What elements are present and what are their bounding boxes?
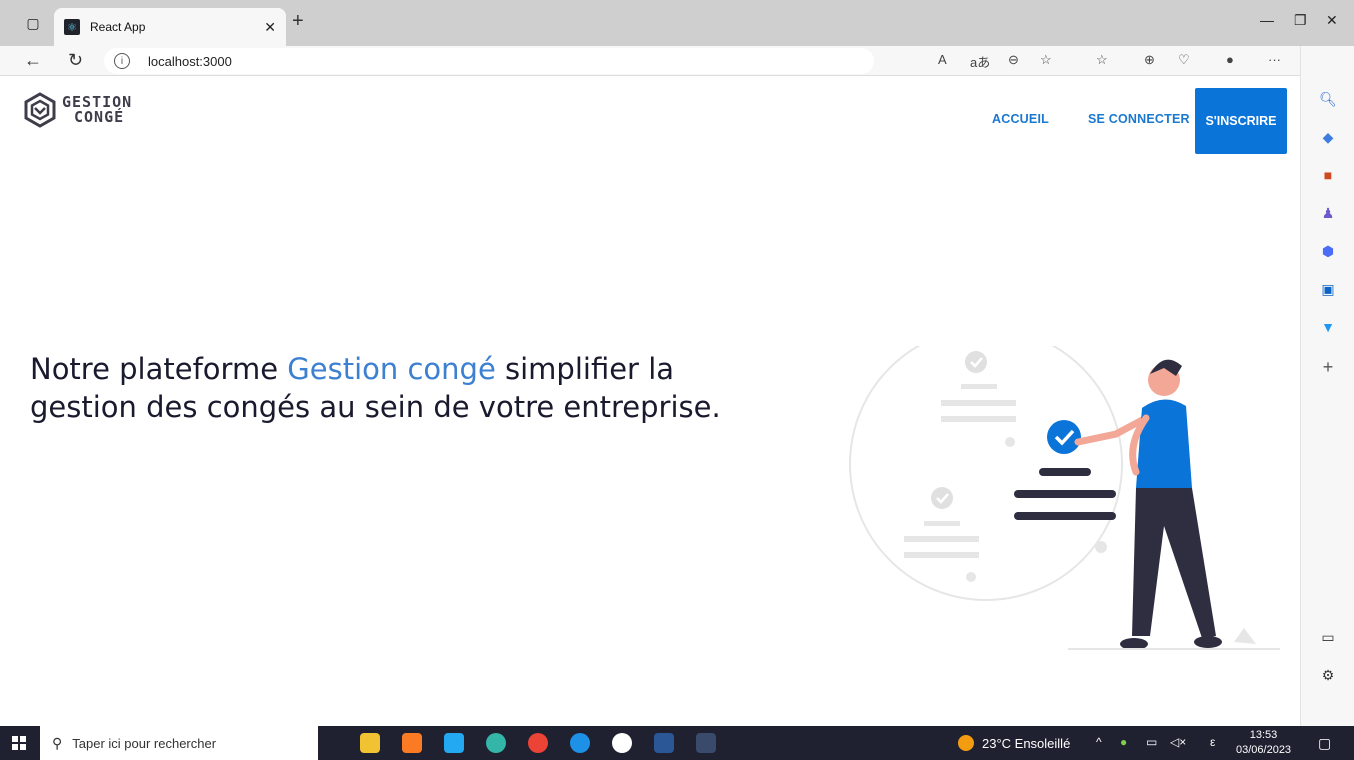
office-icon[interactable]: ⬢ <box>1319 242 1337 260</box>
react-favicon-icon: ⚛ <box>64 19 80 35</box>
new-tab-button[interactable]: + <box>292 10 304 33</box>
profile-icon[interactable]: ● <box>1226 52 1234 67</box>
web-page: GESTION CONGÉ ACCUEIL SE CONNECTER S'INS… <box>0 76 1300 726</box>
back-icon[interactable]: ← <box>24 50 42 71</box>
logo-text: GESTION CONGÉ <box>62 95 132 125</box>
close-window-icon[interactable]: ✕ <box>1326 12 1338 29</box>
zoom-out-icon[interactable]: ⊖ <box>1008 52 1019 68</box>
clock-date: 03/06/2023 <box>1236 744 1292 756</box>
sun-icon <box>958 735 974 751</box>
signup-button[interactable]: S'INSCRIRE <box>1195 88 1287 154</box>
favorites-icon[interactable]: ☆ <box>1096 52 1108 68</box>
logo[interactable]: GESTION CONGÉ <box>22 92 132 128</box>
minimize-icon[interactable]: — <box>1260 12 1274 28</box>
search-magnifier-icon: ⚲ <box>52 734 63 751</box>
chrome-icon[interactable] <box>528 733 548 753</box>
mongodb-icon[interactable] <box>612 733 632 753</box>
favorite-icon[interactable]: ☆ <box>1040 52 1052 68</box>
tab-title: React App <box>90 20 146 34</box>
windows-taskbar: ⚲ Taper ici pour rechercher 23°C Ensolei… <box>0 726 1354 760</box>
drop-icon[interactable]: ▼ <box>1319 318 1337 336</box>
site-info-icon[interactable]: i <box>114 53 130 69</box>
games-icon[interactable]: ♟ <box>1319 204 1337 222</box>
tab-actions-icon[interactable]: ▢ <box>22 12 44 34</box>
browser-essentials-icon[interactable]: ♡ <box>1178 52 1190 68</box>
restore-icon[interactable]: ❐ <box>1294 12 1307 29</box>
hero-text-start: Notre plateforme <box>30 352 288 386</box>
outlook-icon[interactable]: ▣ <box>1319 280 1337 298</box>
nav-login-link[interactable]: SE CONNECTER <box>1088 112 1190 126</box>
read-aloud-icon[interactable]: A <box>938 52 947 67</box>
windows-start-icon[interactable] <box>12 736 26 750</box>
nav-home-link[interactable]: ACCUEIL <box>992 112 1049 126</box>
browser-tab-bar: ▢ ⚛ React App ✕ + — ❐ ✕ <box>0 0 1354 46</box>
more-icon[interactable]: ··· <box>1268 52 1281 67</box>
weather-widget[interactable]: 23°C Ensoleillé <box>958 735 1070 751</box>
refresh-icon[interactable]: ↻ <box>68 50 83 71</box>
url-text: localhost:3000 <box>148 53 232 69</box>
app-icon[interactable] <box>696 733 716 753</box>
docker-icon[interactable] <box>570 733 590 753</box>
edge-sidebar: 🔍︎ ◆ ■ ♟ ⬢ ▣ ▼ + ▭ ⚙ <box>1300 46 1354 726</box>
vscode-icon[interactable] <box>444 733 464 753</box>
clock[interactable]: 13:53 03/06/2023 <box>1236 728 1291 758</box>
collections-icon[interactable]: ⊕ <box>1144 52 1155 68</box>
volume-icon[interactable]: ◁× <box>1170 735 1186 749</box>
browser-tab[interactable]: ⚛ React App ✕ <box>54 8 286 46</box>
add-icon[interactable]: + <box>1319 357 1337 377</box>
file-explorer-icon[interactable] <box>360 733 380 753</box>
xampp-icon[interactable] <box>402 733 422 753</box>
tray-chevron-icon[interactable]: ^ <box>1096 735 1102 749</box>
language-icon[interactable]: ε <box>1210 735 1215 749</box>
settings-gear-icon[interactable]: ⚙ <box>1319 666 1337 684</box>
tab-close-icon[interactable]: ✕ <box>264 19 276 36</box>
tools-icon[interactable]: ■ <box>1319 166 1337 184</box>
hero-accent-text: Gestion congé <box>287 352 496 386</box>
logo-line-2: CONGÉ <box>74 108 125 126</box>
notifications-icon[interactable]: ▢ <box>1318 735 1331 752</box>
search-icon[interactable]: 🔍︎ <box>1319 90 1337 108</box>
logo-shield-icon <box>24 92 56 128</box>
hero-text: Notre plateforme Gestion congé simplifie… <box>30 350 750 426</box>
search-placeholder: Taper ici pour rechercher <box>72 735 217 751</box>
taskbar-search[interactable]: ⚲ Taper ici pour rechercher <box>40 726 318 760</box>
weather-text: 23°C Ensoleillé <box>982 735 1071 751</box>
translate-icon[interactable]: aあ <box>970 52 990 71</box>
address-bar[interactable]: i localhost:3000 <box>104 48 874 74</box>
tray-app-icon[interactable]: ● <box>1120 735 1127 749</box>
battery-icon[interactable]: ▭ <box>1146 735 1157 749</box>
edge-icon[interactable] <box>486 733 506 753</box>
word-icon[interactable] <box>654 733 674 753</box>
sidebar-panel-icon[interactable]: ▭ <box>1319 628 1337 646</box>
clock-time: 13:53 <box>1249 729 1278 741</box>
shopping-tag-icon[interactable]: ◆ <box>1319 128 1337 146</box>
hero-illustration <box>849 346 1280 650</box>
address-bar-row: ← ↻ i localhost:3000 A aあ ⊖ ☆ ☆ ⊕ ♡ ● ··… <box>0 46 1300 76</box>
